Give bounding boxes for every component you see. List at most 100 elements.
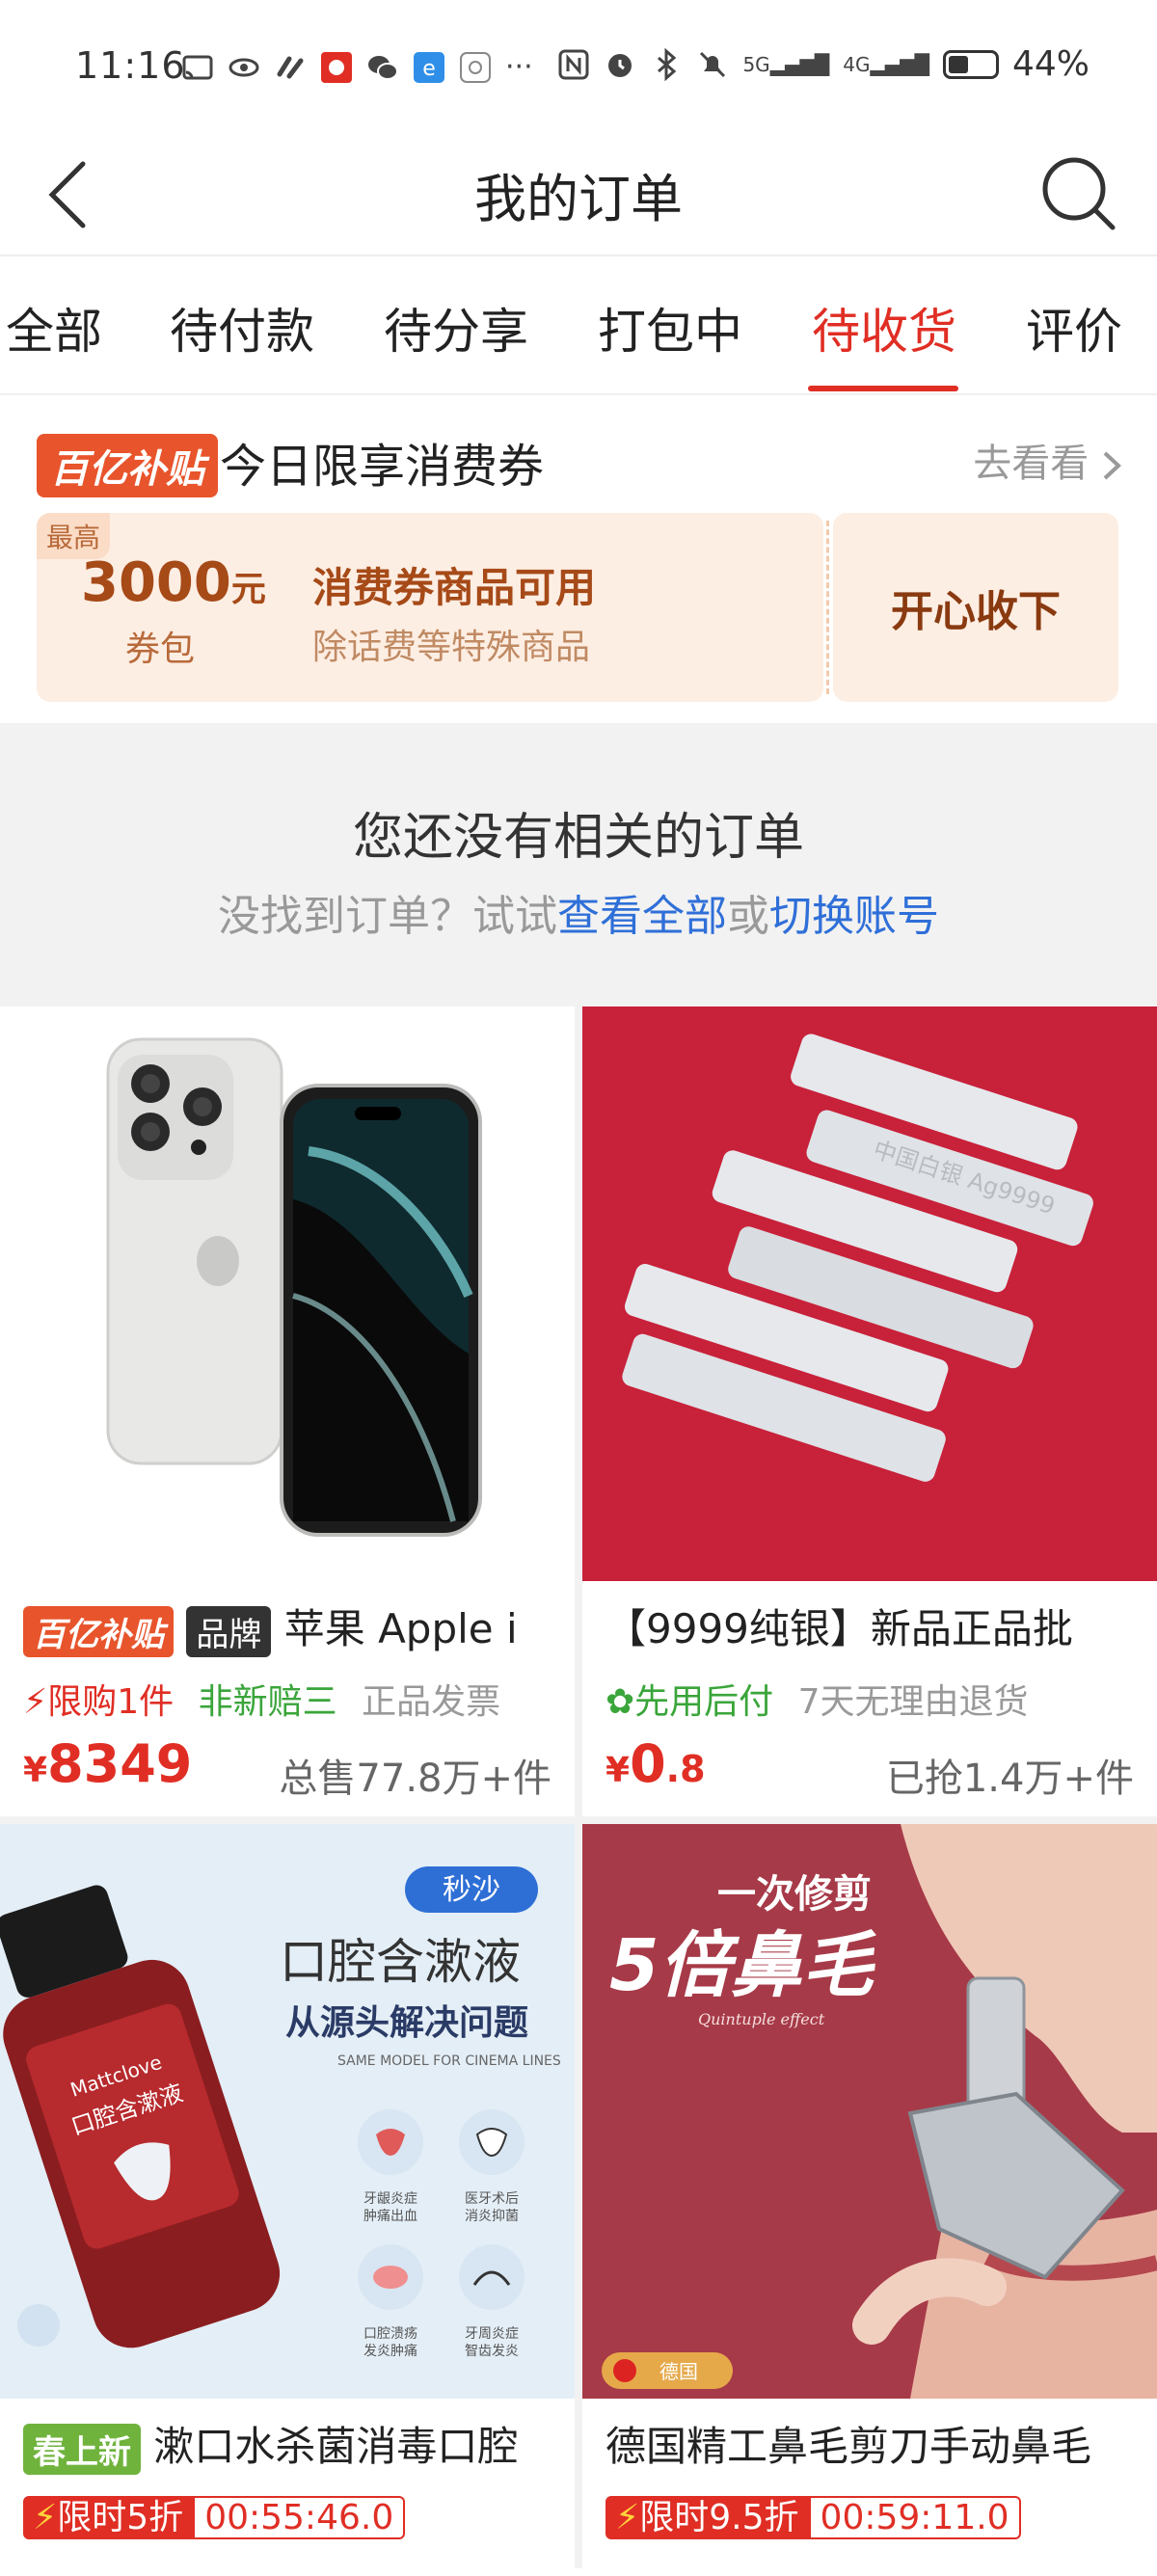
accept-coupon-button[interactable]: 开心收下 bbox=[833, 513, 1118, 702]
product-card[interactable]: 一次修剪 5倍鼻毛 Quintuple effect 德国 德国精工鼻毛剪刀手动… bbox=[582, 1824, 1157, 2576]
app-blue-icon: e bbox=[414, 51, 444, 83]
subsidy-badge: 百亿补贴 bbox=[23, 1606, 174, 1657]
image-english: Quintuple effect bbox=[698, 2010, 825, 2028]
countdown-timer: 00:55:46.0 bbox=[193, 2496, 406, 2539]
price-symbol: ¥ bbox=[605, 1751, 631, 1790]
coupon-section: 百亿补贴 今日限享消费券 去看看 最高 3000元 券包 消费券商品可用 除话费… bbox=[0, 395, 1157, 721]
eye-icon bbox=[229, 58, 259, 76]
coupon-amount-value: 3000 bbox=[81, 551, 231, 614]
cast-icon bbox=[182, 55, 213, 79]
view-all-link[interactable]: 查看全部 bbox=[557, 892, 727, 941]
signal-5g-icon: 5G▂▄▆█ bbox=[742, 52, 830, 76]
product-card[interactable]: 百亿补贴 品牌 苹果 Apple i ⚡限购1件 非新赔三 正品发票 ¥8349… bbox=[0, 1006, 575, 1816]
tag-pay-later: 先用后付 bbox=[634, 1682, 774, 1722]
notification-icons: e ··· bbox=[181, 50, 533, 84]
accept-coupon-label: 开心收下 bbox=[891, 587, 1061, 636]
tab-pending-share[interactable]: 待分享 bbox=[384, 293, 528, 362]
product-price: ¥8349 bbox=[23, 1733, 192, 1794]
image-subtitle: 从源头解决问题 bbox=[285, 2003, 528, 2043]
product-image-silver-bars: 中国白银 Ag9999 bbox=[582, 1006, 1157, 1581]
sold-count: 已抢1.4万+件 bbox=[885, 1757, 1134, 1801]
page-title: 我的订单 bbox=[474, 169, 683, 229]
product-title: 春上新 漱口水杀菌消毒口腔 bbox=[23, 2414, 563, 2475]
product-image-nose-trimmer: 一次修剪 5倍鼻毛 Quintuple effect 德国 bbox=[582, 1824, 1157, 2399]
coupon-desc-1: 消费券商品可用 bbox=[312, 564, 597, 611]
order-tabs: 全部 待付款 待分享 打包中 待收货 评价 bbox=[0, 256, 1157, 395]
network-label-4g: 4G bbox=[843, 52, 871, 76]
product-image-mouthwash: 秒沙 口腔含漱液 从源头解决问题 SAME MODEL FOR CINEMA L… bbox=[0, 1824, 575, 2399]
product-title: 百亿补贴 品牌 苹果 Apple i bbox=[23, 1597, 563, 1657]
flash-sale-label: ⚡限时5折 bbox=[23, 2496, 194, 2539]
coupon-card: 最高 3000元 券包 消费券商品可用 除话费等特殊商品 bbox=[37, 513, 823, 702]
switch-account-link[interactable]: 切换账号 bbox=[769, 892, 939, 941]
nfc-icon bbox=[558, 49, 589, 79]
image-title: 口腔含漱液 bbox=[280, 1934, 521, 1990]
svg-text:e: e bbox=[422, 57, 436, 81]
coupon-amount: 3000元 bbox=[81, 551, 266, 614]
alarm-icon bbox=[608, 53, 632, 77]
mute-icon bbox=[700, 51, 726, 77]
tag-returns: 7天无理由退货 bbox=[797, 1682, 1029, 1722]
tab-all[interactable]: 全部 bbox=[6, 293, 102, 362]
flash-sale: ⚡限时9.5折 00:59:11.0 bbox=[605, 2489, 1021, 2539]
product-price: ¥0.8 bbox=[605, 1733, 706, 1794]
bluetooth-icon bbox=[658, 47, 677, 81]
search-icon[interactable] bbox=[1037, 152, 1118, 233]
price-decimal: .8 bbox=[665, 1748, 706, 1790]
flash-discount: 限时5折 bbox=[57, 2498, 184, 2537]
empty-hint-prefix: 没找到订单？试试 bbox=[218, 892, 557, 941]
empty-hint-or: 或 bbox=[727, 892, 769, 941]
price-symbol: ¥ bbox=[23, 1751, 48, 1790]
sold-count: 总售77.8万+件 bbox=[279, 1757, 552, 1801]
empty-hint: 没找到订单？试试查看全部或切换账号 bbox=[0, 881, 1157, 943]
product-card[interactable]: 秒沙 口腔含漱液 从源头解决问题 SAME MODEL FOR CINEMA L… bbox=[0, 1824, 575, 2576]
new-badge: 春上新 bbox=[23, 2424, 141, 2475]
product-name: 德国精工鼻毛剪刀手动鼻毛 bbox=[605, 2423, 1092, 2470]
price-integer: 0 bbox=[630, 1733, 666, 1794]
germany-badge: 德国 bbox=[659, 2360, 698, 2383]
subsidy-badge: 百亿补贴 bbox=[37, 434, 218, 497]
link-icon bbox=[277, 56, 304, 78]
image-tag: 秒沙 bbox=[443, 1873, 500, 1907]
price-value: 8349 bbox=[47, 1733, 193, 1794]
top-nav-bar: 我的订单 bbox=[0, 135, 1157, 256]
product-name: 【9999纯银】新品正品批 bbox=[605, 1605, 1073, 1652]
flash-discount: 限时9.5折 bbox=[639, 2498, 799, 2537]
clock: 11:16 bbox=[75, 44, 186, 87]
coupon-divider bbox=[826, 521, 829, 694]
wechat-icon bbox=[368, 55, 398, 80]
empty-title: 您还没有相关的订单 bbox=[352, 809, 804, 867]
flash-sale: ⚡限时5折 00:55:46.0 bbox=[23, 2489, 406, 2539]
product-card[interactable]: 中国白银 Ag9999 【9999纯银】新品正品批 ✿先用后付 7天无理由退货 … bbox=[582, 1006, 1157, 1816]
network-label-5g: 5G bbox=[742, 52, 770, 76]
pay-later-icon: ✿ bbox=[605, 1682, 635, 1722]
image-line2: 5倍鼻毛 bbox=[609, 1924, 876, 2007]
goto-label: 去看看 bbox=[973, 442, 1090, 486]
more-notifications-icon: ··· bbox=[505, 50, 533, 84]
brand-badge: 品牌 bbox=[186, 1606, 272, 1657]
product-name: 苹果 Apple i bbox=[283, 1605, 518, 1652]
status-bar: 11:16 e ··· 5G▂▄▆█ 4G▂▄▆█ 44% bbox=[0, 0, 1157, 135]
lightning-icon: ⚡ bbox=[615, 2498, 640, 2537]
app-red-icon bbox=[321, 51, 352, 83]
coupon-title: 今日限享消费券 bbox=[220, 440, 545, 494]
active-tab-indicator bbox=[808, 386, 958, 391]
image-english: SAME MODEL FOR CINEMA LINES bbox=[337, 2053, 561, 2069]
image-line1: 一次修剪 bbox=[717, 1872, 872, 1917]
tab-pending-receipt[interactable]: 待收货 bbox=[812, 293, 956, 362]
tab-pending-payment[interactable]: 待付款 bbox=[170, 293, 314, 362]
chevron-right-icon bbox=[1103, 451, 1121, 480]
signal-4g-icon: 4G▂▄▆█ bbox=[843, 52, 929, 76]
goto-link[interactable]: 去看看 bbox=[973, 432, 1122, 488]
tab-packing[interactable]: 打包中 bbox=[598, 293, 742, 362]
lightning-icon: ⚡ bbox=[23, 1682, 48, 1722]
product-tags: ⚡限购1件 非新赔三 正品发票 bbox=[23, 1674, 500, 1724]
product-name: 漱口水杀菌消毒口腔 bbox=[153, 2423, 519, 2470]
countdown-timer: 00:59:11.0 bbox=[808, 2496, 1021, 2539]
empty-state: 您还没有相关的订单 没找到订单？试试查看全部或切换账号 bbox=[0, 723, 1157, 1003]
lightning-icon: ⚡ bbox=[33, 2498, 58, 2537]
tab-review[interactable]: 评价 bbox=[1026, 293, 1122, 362]
coupon-amount-unit: 元 bbox=[230, 570, 266, 609]
tag-guarantee: 非新赔三 bbox=[198, 1682, 337, 1722]
flash-sale-label: ⚡限时9.5折 bbox=[605, 2496, 809, 2539]
